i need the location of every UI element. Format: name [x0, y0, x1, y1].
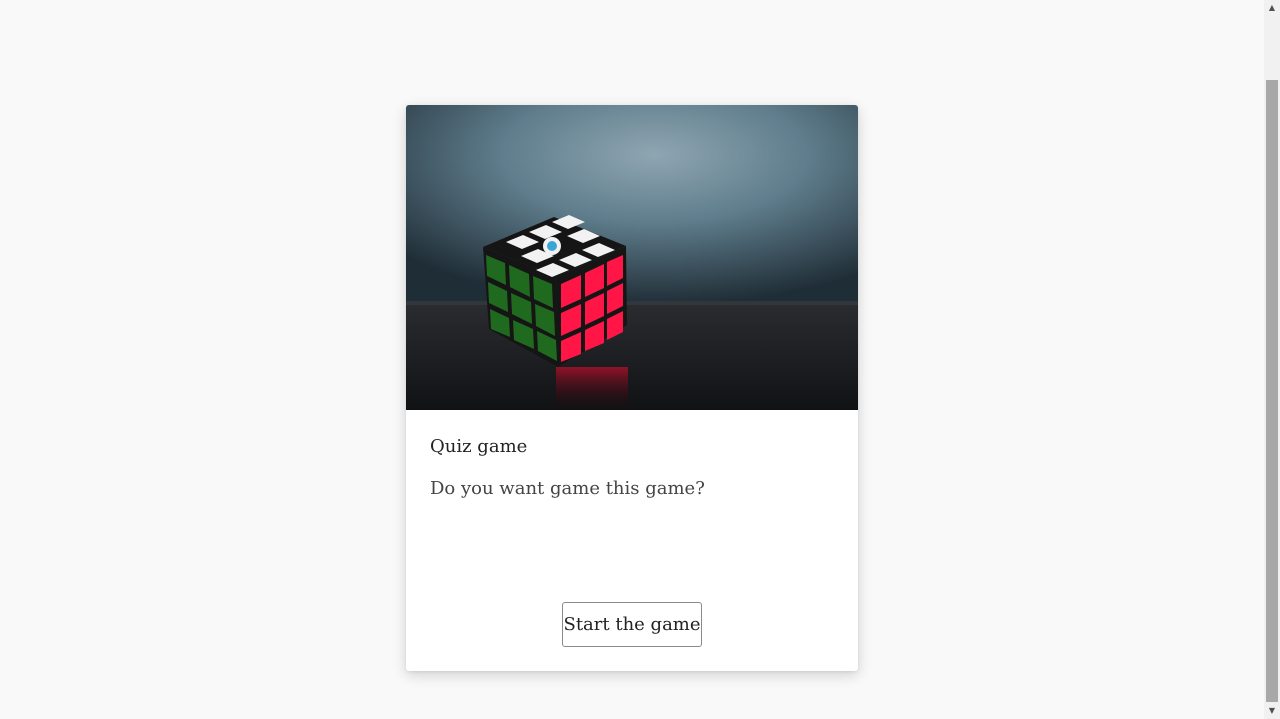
page-viewport: Quiz game Do you want game this game? St…: [0, 0, 1264, 719]
card-image: [406, 105, 858, 410]
quiz-card: Quiz game Do you want game this game? St…: [406, 105, 858, 671]
vertical-scrollbar[interactable]: ▲ ▼: [1264, 0, 1280, 719]
arrow-down-icon[interactable]: ▼: [1264, 703, 1280, 719]
card-description: Do you want game this game?: [430, 478, 705, 499]
card-title: Quiz game: [430, 436, 528, 457]
arrow-up-icon[interactable]: ▲: [1264, 0, 1280, 16]
start-game-button[interactable]: Start the game: [562, 602, 702, 647]
scrollbar-thumb[interactable]: [1266, 80, 1278, 702]
